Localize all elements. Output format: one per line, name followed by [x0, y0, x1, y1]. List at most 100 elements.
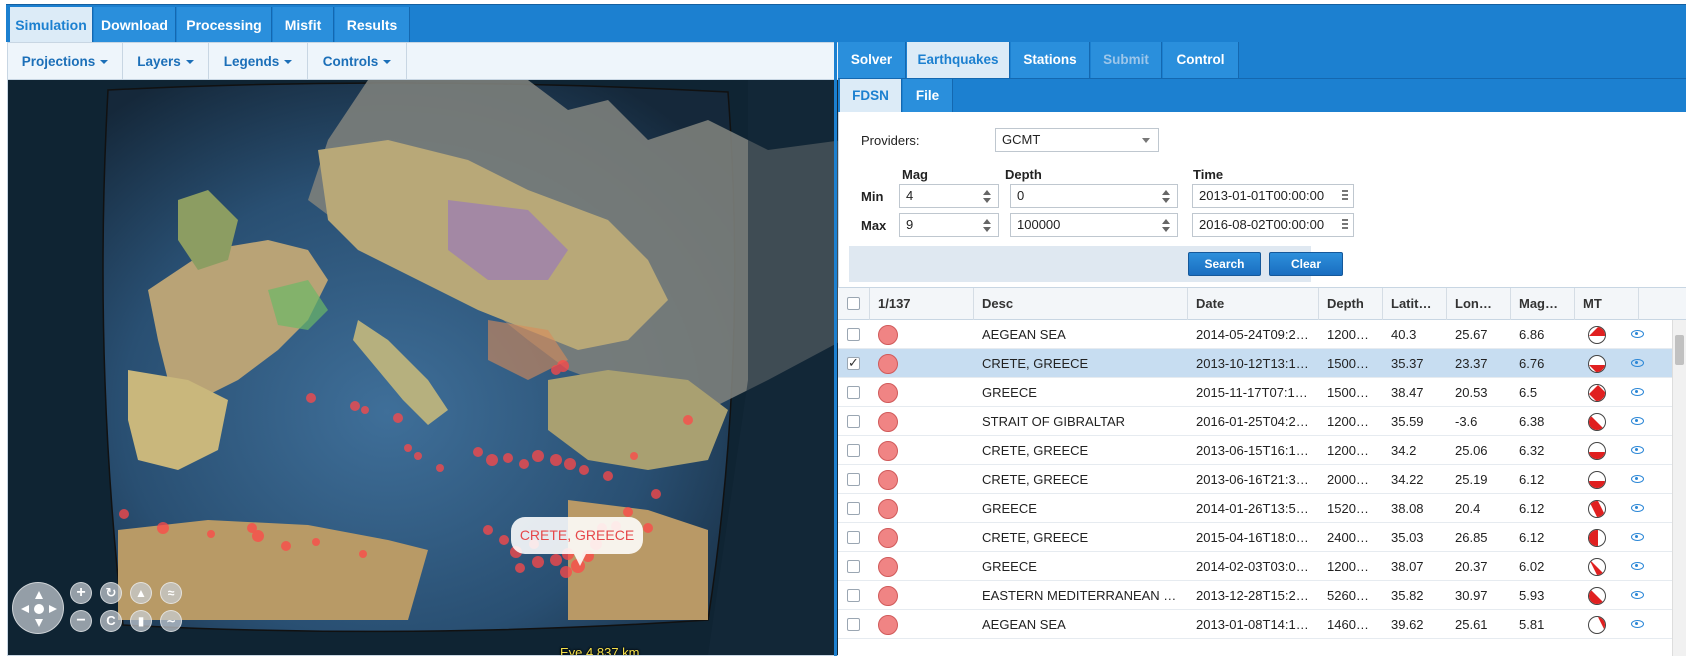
panel-splitter[interactable] [834, 42, 837, 656]
zoom-in-icon[interactable]: + [70, 582, 92, 604]
beachball-icon [1588, 587, 1606, 605]
tab-control[interactable]: Control [1163, 42, 1239, 78]
row-checkbox[interactable] [847, 355, 860, 371]
column-longitude[interactable]: Lon… [1447, 288, 1511, 320]
min-mag-input[interactable]: 4 [899, 184, 999, 208]
form-button-bar: Search Clear [849, 246, 1343, 282]
row-checkbox[interactable] [847, 589, 860, 602]
column-date[interactable]: Date [1188, 288, 1319, 320]
table-row[interactable]: CRETE, GREECE 2015-04-16T18:0… 2400… 35.03 2… [838, 523, 1672, 552]
table-row[interactable]: EASTERN MEDITERRANEAN … 2013-12-28T15:2… 5… [838, 581, 1672, 610]
tab-misfit[interactable]: Misfit [273, 7, 334, 43]
calendar-icon[interactable] [1342, 190, 1348, 202]
eye-icon[interactable] [1631, 388, 1644, 396]
zoom-out-icon[interactable]: − [70, 610, 92, 632]
tab-processing[interactable]: Processing [177, 7, 272, 43]
table-row[interactable]: GREECE 2015-11-17T07:1… 1500… 38.47 20.53 6.5 [838, 378, 1672, 407]
table-scrollbar[interactable] [1672, 320, 1686, 656]
table-row[interactable]: CRETE, GREECE 2013-06-15T16:1… 1200… 34.2 25… [838, 436, 1672, 465]
table-row[interactable]: CRETE, GREECE 2013-10-12T13:1… 1500… 35.37 2… [838, 349, 1672, 378]
row-checkbox[interactable] [847, 473, 860, 486]
beachball-icon [1588, 558, 1606, 576]
menu-projections[interactable]: Projections [8, 43, 123, 80]
table-row[interactable]: AEGEAN SEA 2014-05-24T09:2… 1200… 40.3 25.67… [838, 320, 1672, 349]
row-checkbox[interactable] [847, 502, 860, 515]
search-button[interactable]: Search [1188, 252, 1261, 276]
calendar-icon[interactable] [1342, 219, 1348, 231]
row-checkbox[interactable] [847, 560, 860, 573]
max-time-input[interactable]: 2016-08-02T00:00:00 [1192, 213, 1354, 237]
tab-stations[interactable]: Stations [1011, 42, 1090, 78]
eye-icon[interactable] [1631, 533, 1644, 541]
map-panel: Projections Layers Legends Controls CRET… [7, 42, 844, 656]
increment-icon[interactable] [983, 190, 991, 195]
max-depth-input[interactable]: 100000 [1010, 213, 1178, 237]
select-all-checkbox[interactable] [847, 297, 860, 310]
decrement-icon[interactable] [1162, 227, 1170, 232]
cell-latitude: 40.3 [1391, 327, 1417, 342]
tab-solver[interactable]: Solver [838, 42, 906, 78]
eye-icon[interactable] [1631, 504, 1644, 512]
column-latitude[interactable]: Latit… [1383, 288, 1447, 320]
decrement-icon[interactable] [983, 198, 991, 203]
column-mt[interactable]: MT [1575, 288, 1639, 320]
eye-icon[interactable] [1631, 359, 1644, 367]
tab-earthquakes[interactable]: Earthquakes [907, 42, 1010, 78]
pan-icon[interactable] [12, 582, 64, 634]
row-checkbox[interactable] [847, 444, 860, 457]
cell-magnitude: 6.32 [1519, 443, 1545, 458]
elevation-down-icon[interactable]: ∼ [160, 610, 182, 632]
column-desc[interactable]: Desc [974, 288, 1188, 320]
scrollbar-thumb[interactable] [1675, 335, 1684, 365]
cell-depth: 1500… [1327, 356, 1369, 371]
eye-icon[interactable] [1631, 475, 1644, 483]
max-mag-input[interactable]: 9 [899, 213, 999, 237]
table-row[interactable]: GREECE 2014-01-26T13:5… 1520… 38.08 20.4 6.12 [838, 494, 1672, 523]
reset-heading-icon[interactable]: C [100, 610, 122, 632]
table-row[interactable]: STRAIT OF GIBRALTAR 2016-01-25T04:2… 1200…… [838, 407, 1672, 436]
cell-desc: STRAIT OF GIBRALTAR [982, 414, 1126, 429]
increment-icon[interactable] [1162, 219, 1170, 224]
cell-longitude: 20.37 [1455, 559, 1488, 574]
eye-icon[interactable] [1631, 591, 1644, 599]
eye-icon[interactable] [1631, 562, 1644, 570]
globe-map[interactable]: CRETE, GREECE Eye 4,837 km + − ↻ C ▲ ▮ ≈… [8, 80, 843, 655]
decrement-icon[interactable] [983, 227, 991, 232]
increment-icon[interactable] [983, 219, 991, 224]
row-checkbox[interactable] [847, 618, 860, 631]
row-checkbox[interactable] [847, 328, 860, 341]
increment-icon[interactable] [1162, 190, 1170, 195]
clear-button[interactable]: Clear [1269, 252, 1343, 276]
column-magnitude[interactable]: Mag… [1511, 288, 1575, 320]
table-row[interactable]: CRETE, GREECE 2013-06-16T21:3… 2000… 34.22 2… [838, 465, 1672, 494]
table-row[interactable]: GREECE 2014-02-03T03:0… 1200… 38.07 20.37 6.0… [838, 552, 1672, 581]
cell-date: 2013-06-15T16:1… [1196, 443, 1309, 458]
tab-file[interactable]: File [903, 79, 953, 112]
tab-download[interactable]: Download [94, 7, 176, 43]
provider-select[interactable]: GCMT [995, 128, 1159, 152]
eye-icon[interactable] [1631, 417, 1644, 425]
provider-value: GCMT [1002, 132, 1041, 147]
tilt-down-icon[interactable]: ▮ [130, 610, 152, 632]
eye-icon[interactable] [1631, 330, 1644, 338]
tab-simulation[interactable]: Simulation [10, 7, 93, 43]
menu-legends[interactable]: Legends [209, 43, 308, 80]
min-depth-input[interactable]: 0 [1010, 184, 1178, 208]
menu-layers[interactable]: Layers [123, 43, 209, 80]
decrement-icon[interactable] [1162, 198, 1170, 203]
row-checkbox[interactable] [847, 415, 860, 428]
menu-controls[interactable]: Controls [308, 43, 407, 80]
table-row[interactable]: AEGEAN SEA 2013-01-08T14:1… 1460… 39.62 25.6… [838, 610, 1672, 639]
eye-icon[interactable] [1631, 446, 1644, 454]
column-depth[interactable]: Depth [1319, 288, 1383, 320]
tab-fdsn[interactable]: FDSN [840, 79, 902, 112]
row-checkbox[interactable] [847, 531, 860, 544]
elevation-up-icon[interactable]: ≈ [160, 582, 182, 604]
eye-icon[interactable] [1631, 620, 1644, 628]
row-checkbox[interactable] [847, 386, 860, 399]
tilt-up-icon[interactable]: ▲ [130, 582, 152, 604]
rotate-left-icon[interactable]: ↻ [100, 582, 122, 604]
tab-results[interactable]: Results [335, 7, 410, 43]
min-time-input[interactable]: 2013-01-01T00:00:00 [1192, 184, 1354, 208]
cell-latitude: 34.2 [1391, 443, 1417, 458]
